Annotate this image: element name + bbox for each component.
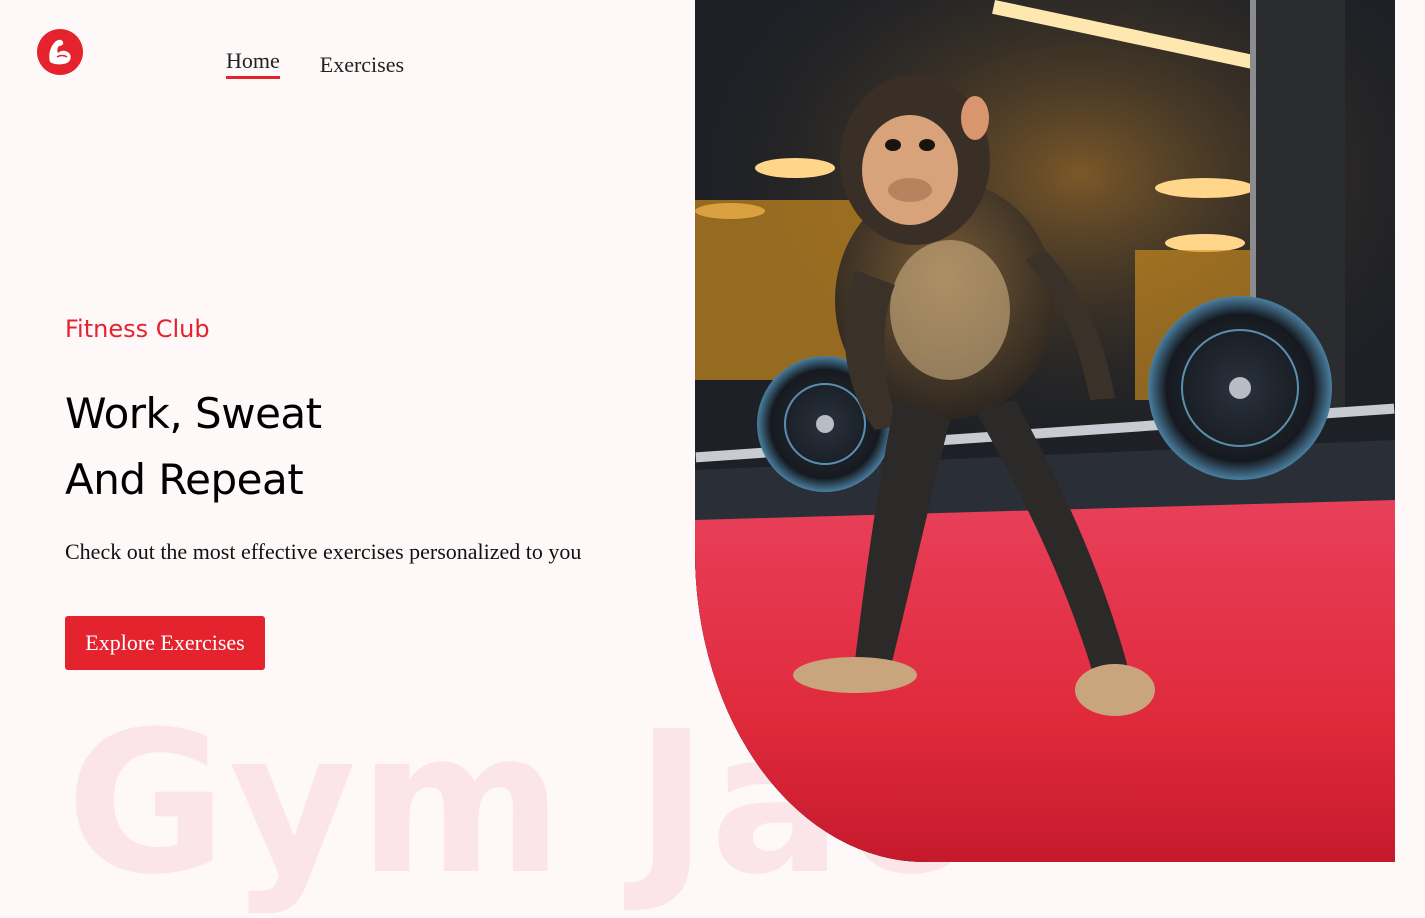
hero-headline-line2: And Repeat [65, 455, 304, 504]
explore-exercises-button[interactable]: Explore Exercises [65, 616, 265, 670]
hero-headline-line1: Work, Sweat [65, 389, 322, 438]
monkey-lifting-barbell-image [695, 0, 1395, 862]
brand-logo[interactable] [37, 29, 83, 75]
hero-text-block: Fitness Club Work, Sweat And Repeat Chec… [65, 315, 581, 565]
nav-exercises-link[interactable]: Exercises [320, 52, 404, 79]
hero-headline: Work, Sweat And Repeat [65, 381, 581, 513]
hero-eyebrow: Fitness Club [65, 315, 210, 343]
nav-home-link[interactable]: Home [226, 48, 280, 79]
hero-subtitle: Check out the most effective exercises p… [65, 539, 582, 564]
flexed-bicep-icon [49, 39, 71, 65]
main-nav: Home Exercises [226, 48, 404, 79]
